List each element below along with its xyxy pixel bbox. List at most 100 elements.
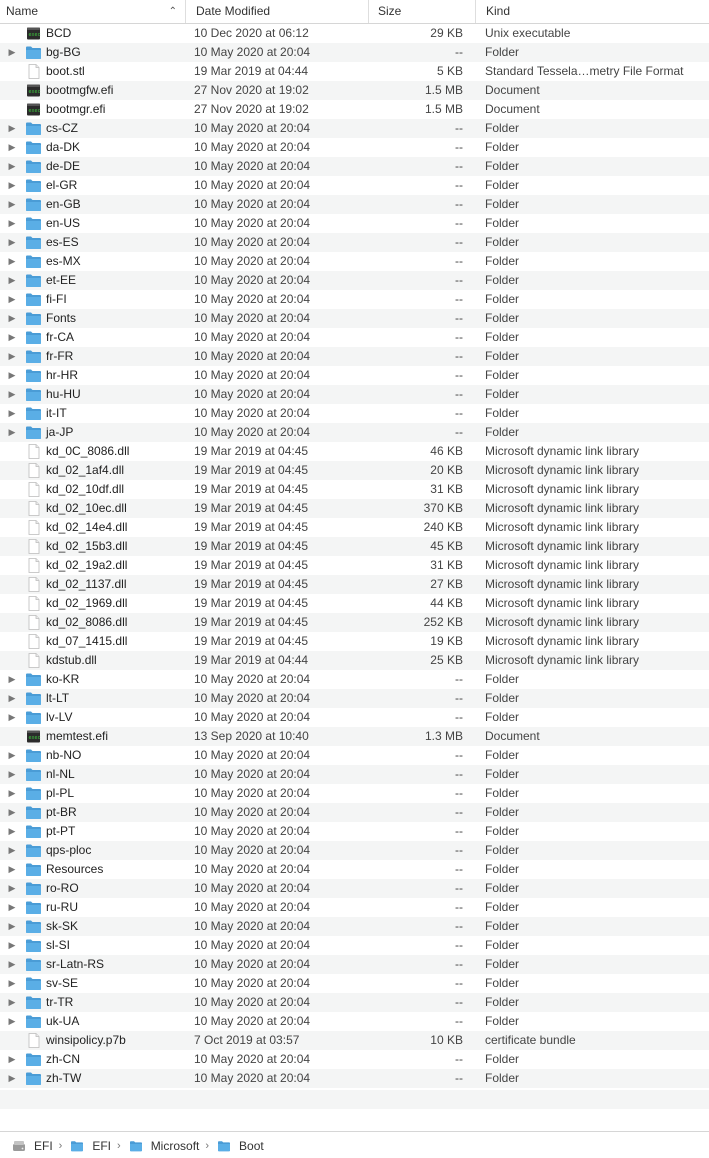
disclosure-triangle-icon[interactable]: ▶ [7, 309, 17, 328]
file-row[interactable]: ▶ lt-LT 10 May 2020 at 20:04 -- Folder [0, 689, 709, 708]
file-row[interactable]: ▶ sr-Latn-RS 10 May 2020 at 20:04 -- Folder [0, 955, 709, 974]
disclosure-triangle-icon[interactable]: ▶ [7, 860, 17, 879]
disclosure-triangle-icon[interactable]: ▶ [7, 879, 17, 898]
file-row[interactable]: ▶ fr-CA 10 May 2020 at 20:04 -- Folder [0, 328, 709, 347]
disclosure-triangle-icon[interactable]: ▶ [7, 841, 17, 860]
disclosure-triangle-icon[interactable]: ▶ [7, 784, 17, 803]
disclosure-triangle-icon[interactable]: ▶ [7, 689, 17, 708]
file-row[interactable]: ▶ it-IT 10 May 2020 at 20:04 -- Folder [0, 404, 709, 423]
disclosure-triangle-icon[interactable]: ▶ [7, 917, 17, 936]
file-row[interactable]: ▶ es-ES 10 May 2020 at 20:04 -- Folder [0, 233, 709, 252]
file-row[interactable]: ▶ hr-HR 10 May 2020 at 20:04 -- Folder [0, 366, 709, 385]
file-row[interactable]: ▶ da-DK 10 May 2020 at 20:04 -- Folder [0, 138, 709, 157]
file-row[interactable]: ▶ en-US 10 May 2020 at 20:04 -- Folder [0, 214, 709, 233]
disclosure-triangle-icon[interactable]: ▶ [7, 423, 17, 442]
column-header-date[interactable]: Date Modified [186, 0, 369, 23]
disclosure-triangle-icon[interactable]: ▶ [7, 157, 17, 176]
file-row[interactable]: ▶ es-MX 10 May 2020 at 20:04 -- Folder [0, 252, 709, 271]
file-row[interactable]: ▶ hu-HU 10 May 2020 at 20:04 -- Folder [0, 385, 709, 404]
breadcrumb-item[interactable]: Microsoft [129, 1138, 199, 1154]
file-row[interactable]: ▶ zh-TW 10 May 2020 at 20:04 -- Folder [0, 1069, 709, 1088]
file-row[interactable]: ▶ fi-FI 10 May 2020 at 20:04 -- Folder [0, 290, 709, 309]
disclosure-triangle-icon[interactable]: ▶ [7, 898, 17, 917]
file-row[interactable]: ▶ ko-KR 10 May 2020 at 20:04 -- Folder [0, 670, 709, 689]
file-row[interactable]: ▶ Fonts 10 May 2020 at 20:04 -- Folder [0, 309, 709, 328]
disclosure-triangle-icon[interactable]: ▶ [7, 993, 17, 1012]
disclosure-triangle-icon[interactable]: ▶ [7, 176, 17, 195]
disclosure-triangle-icon[interactable]: ▶ [7, 347, 17, 366]
file-row[interactable]: kd_02_8086.dll 19 Mar 2019 at 04:45 252 KB… [0, 613, 709, 632]
file-row[interactable]: kd_07_1415.dll 19 Mar 2019 at 04:45 19 KB M… [0, 632, 709, 651]
disclosure-triangle-icon[interactable]: ▶ [7, 43, 17, 62]
file-row[interactable]: ▶ lv-LV 10 May 2020 at 20:04 -- Folder [0, 708, 709, 727]
file-row[interactable]: ▶ ro-RO 10 May 2020 at 20:04 -- Folder [0, 879, 709, 898]
file-row[interactable]: ▶ pl-PL 10 May 2020 at 20:04 -- Folder [0, 784, 709, 803]
breadcrumb-item[interactable]: Boot [217, 1138, 264, 1154]
file-row[interactable]: exec memtest.efi 13 Sep 2020 at 10:40 1.3 M… [0, 727, 709, 746]
file-row[interactable]: ▶ cs-CZ 10 May 2020 at 20:04 -- Folder [0, 119, 709, 138]
file-row[interactable]: boot.stl 19 Mar 2019 at 04:44 5 KB Standard… [0, 62, 709, 81]
file-row[interactable]: ▶ pt-BR 10 May 2020 at 20:04 -- Folder [0, 803, 709, 822]
disclosure-triangle-icon[interactable]: ▶ [7, 290, 17, 309]
file-row[interactable]: ▶ sl-SI 10 May 2020 at 20:04 -- Folder [0, 936, 709, 955]
disclosure-triangle-icon[interactable]: ▶ [7, 936, 17, 955]
file-row[interactable]: kdstub.dll 19 Mar 2019 at 04:44 25 KB Micro… [0, 651, 709, 670]
file-row[interactable]: ▶ et-EE 10 May 2020 at 20:04 -- Folder [0, 271, 709, 290]
file-row[interactable]: ▶ tr-TR 10 May 2020 at 20:04 -- Folder [0, 993, 709, 1012]
file-row[interactable]: ▶ uk-UA 10 May 2020 at 20:04 -- Folder [0, 1012, 709, 1031]
column-header-name[interactable]: Name ⌃ [0, 0, 186, 23]
file-row[interactable]: ▶ el-GR 10 May 2020 at 20:04 -- Folder [0, 176, 709, 195]
file-row[interactable]: ▶ en-GB 10 May 2020 at 20:04 -- Folder [0, 195, 709, 214]
column-header-kind[interactable]: Kind [476, 0, 709, 23]
disclosure-triangle-icon[interactable]: ▶ [7, 214, 17, 233]
disclosure-triangle-icon[interactable]: ▶ [7, 328, 17, 347]
file-row[interactable]: ▶ ru-RU 10 May 2020 at 20:04 -- Folder [0, 898, 709, 917]
column-header-size[interactable]: Size [369, 0, 476, 23]
file-row[interactable]: kd_02_15b3.dll 19 Mar 2019 at 04:45 45 KB M… [0, 537, 709, 556]
file-row[interactable]: ▶ nl-NL 10 May 2020 at 20:04 -- Folder [0, 765, 709, 784]
file-row[interactable]: kd_02_1af4.dll 19 Mar 2019 at 04:45 20 KB M… [0, 461, 709, 480]
disclosure-triangle-icon[interactable]: ▶ [7, 955, 17, 974]
file-row[interactable]: ▶ ja-JP 10 May 2020 at 20:04 -- Folder [0, 423, 709, 442]
disclosure-triangle-icon[interactable]: ▶ [7, 138, 17, 157]
file-row[interactable]: ▶ qps-ploc 10 May 2020 at 20:04 -- Folder [0, 841, 709, 860]
file-row[interactable]: ▶ de-DE 10 May 2020 at 20:04 -- Folder [0, 157, 709, 176]
disclosure-triangle-icon[interactable]: ▶ [7, 803, 17, 822]
file-row[interactable]: exec bootmgr.efi 27 Nov 2020 at 19:02 1.5 M… [0, 100, 709, 119]
file-row[interactable]: kd_02_19a2.dll 19 Mar 2019 at 04:45 31 KB M… [0, 556, 709, 575]
file-row[interactable]: ▶ bg-BG 10 May 2020 at 20:04 -- Folder [0, 43, 709, 62]
disclosure-triangle-icon[interactable]: ▶ [7, 119, 17, 138]
disclosure-triangle-icon[interactable]: ▶ [7, 195, 17, 214]
file-row[interactable]: ▶ sk-SK 10 May 2020 at 20:04 -- Folder [0, 917, 709, 936]
file-row[interactable]: kd_0C_8086.dll 19 Mar 2019 at 04:45 46 KB M… [0, 442, 709, 461]
file-row[interactable]: winsipolicy.p7b 7 Oct 2019 at 03:57 10 KB c… [0, 1031, 709, 1050]
disclosure-triangle-icon[interactable]: ▶ [7, 271, 17, 290]
file-row[interactable]: kd_02_1137.dll 19 Mar 2019 at 04:45 27 KB M… [0, 575, 709, 594]
disclosure-triangle-icon[interactable]: ▶ [7, 385, 17, 404]
disclosure-triangle-icon[interactable]: ▶ [7, 366, 17, 385]
disclosure-triangle-icon[interactable]: ▶ [7, 670, 17, 689]
file-row[interactable]: kd_02_1969.dll 19 Mar 2019 at 04:45 44 KB M… [0, 594, 709, 613]
disclosure-triangle-icon[interactable]: ▶ [7, 708, 17, 727]
file-row[interactable]: exec bootmgfw.efi 27 Nov 2020 at 19:02 1.5 … [0, 81, 709, 100]
disclosure-triangle-icon[interactable]: ▶ [7, 746, 17, 765]
disclosure-triangle-icon[interactable]: ▶ [7, 1069, 17, 1088]
disclosure-triangle-icon[interactable]: ▶ [7, 1050, 17, 1069]
breadcrumb-item[interactable]: EFI [70, 1138, 111, 1154]
disclosure-triangle-icon[interactable]: ▶ [7, 233, 17, 252]
file-row[interactable]: ▶ fr-FR 10 May 2020 at 20:04 -- Folder [0, 347, 709, 366]
file-row[interactable]: ▶ nb-NO 10 May 2020 at 20:04 -- Folder [0, 746, 709, 765]
file-row[interactable]: kd_02_14e4.dll 19 Mar 2019 at 04:45 240 KB… [0, 518, 709, 537]
disclosure-triangle-icon[interactable]: ▶ [7, 252, 17, 271]
disclosure-triangle-icon[interactable]: ▶ [7, 1012, 17, 1031]
disclosure-triangle-icon[interactable]: ▶ [7, 974, 17, 993]
file-row[interactable]: exec BCD 10 Dec 2020 at 06:12 29 KB Unix exe… [0, 24, 709, 43]
file-row[interactable]: kd_02_10ec.dll 19 Mar 2019 at 04:45 370 KB… [0, 499, 709, 518]
file-row[interactable]: ▶ zh-CN 10 May 2020 at 20:04 -- Folder [0, 1050, 709, 1069]
disclosure-triangle-icon[interactable]: ▶ [7, 822, 17, 841]
file-row[interactable]: ▶ Resources 10 May 2020 at 20:04 -- Folder [0, 860, 709, 879]
file-row[interactable]: kd_02_10df.dll 19 Mar 2019 at 04:45 31 KB M… [0, 480, 709, 499]
file-row[interactable]: ▶ pt-PT 10 May 2020 at 20:04 -- Folder [0, 822, 709, 841]
file-row[interactable]: ▶ sv-SE 10 May 2020 at 20:04 -- Folder [0, 974, 709, 993]
disclosure-triangle-icon[interactable]: ▶ [7, 765, 17, 784]
